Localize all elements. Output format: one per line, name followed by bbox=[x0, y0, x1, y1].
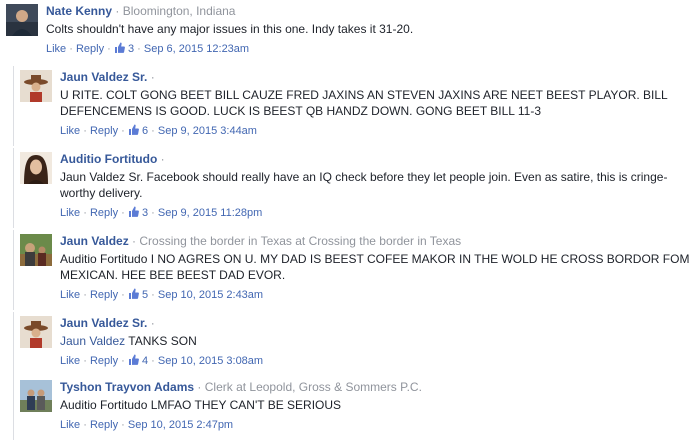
separator-dot: · bbox=[83, 355, 87, 367]
comment-text: Jaun Valdez Sr. Facebook should really h… bbox=[60, 170, 668, 200]
like-count[interactable]: 3 bbox=[128, 43, 134, 55]
avatar[interactable] bbox=[20, 380, 52, 412]
comment-actions: Like · Reply · 3 · Sep 9, 2015 11:28pm bbox=[60, 206, 696, 220]
separator-dot: · bbox=[107, 43, 111, 55]
reply-comment: Jaun Valdez · Crossing the border in Tex… bbox=[13, 230, 696, 310]
author-meta[interactable]: Crossing the border in Texas at Crossing… bbox=[139, 234, 461, 248]
comment-timestamp[interactable]: Sep 6, 2015 12:23am bbox=[144, 43, 249, 55]
comment-body: Auditio Fortitudo · Jaun Valdez Sr. Face… bbox=[60, 152, 696, 220]
like-link[interactable]: Like bbox=[60, 419, 80, 431]
comment-text: Auditio Fortitudo I NO AGRES ON U. MY DA… bbox=[60, 252, 690, 282]
thumbs-up-icon[interactable] bbox=[128, 206, 139, 217]
comment-body: Nate Kenny · Bloomington, Indiana Colts … bbox=[46, 4, 696, 56]
comment-text: Colts shouldn't have any major issues in… bbox=[46, 22, 414, 36]
separator-dot: · bbox=[121, 207, 125, 219]
comment-text: U RITE. COLT GONG BEET BILL CAUZE FRED J… bbox=[60, 88, 668, 118]
separator-dot: · bbox=[151, 125, 155, 137]
reply-link[interactable]: Reply bbox=[90, 289, 118, 301]
author-meta[interactable]: Bloomington, Indiana bbox=[123, 4, 236, 18]
comment-timestamp[interactable]: Sep 9, 2015 11:28pm bbox=[158, 207, 262, 219]
separator-dot: · bbox=[151, 289, 155, 301]
reply-link[interactable]: Reply bbox=[90, 207, 118, 219]
comment-actions: Like · Reply · Sep 10, 2015 2:47pm bbox=[60, 418, 696, 432]
comment-body: Jaun Valdez · Crossing the border in Tex… bbox=[60, 234, 696, 302]
like-link[interactable]: Like bbox=[60, 289, 80, 301]
thumbs-up-icon[interactable] bbox=[128, 354, 139, 365]
author-name[interactable]: Nate Kenny bbox=[46, 4, 112, 18]
separator-dot: · bbox=[121, 125, 125, 137]
like-link[interactable]: Like bbox=[60, 207, 80, 219]
avatar[interactable] bbox=[20, 316, 52, 348]
reply-link[interactable]: Reply bbox=[90, 125, 118, 137]
separator-dot: · bbox=[83, 289, 87, 301]
comment-text: Jaun Valdez TANKS SON bbox=[60, 334, 197, 348]
like-link[interactable]: Like bbox=[46, 43, 66, 55]
thumbs-up-icon[interactable] bbox=[128, 124, 139, 135]
separator-dot: · bbox=[121, 355, 125, 367]
reply-link[interactable]: Reply bbox=[76, 43, 104, 55]
comment-actions: Like · Reply · 3 · Sep 6, 2015 12:23am bbox=[46, 42, 696, 56]
reply-comment: Auditio Fortitudo · Jaun Valdez Sr. Face… bbox=[13, 148, 696, 228]
separator-dot: · bbox=[197, 380, 202, 394]
comment-actions: Like · Reply · 4 · Sep 10, 2015 3:08am bbox=[60, 354, 696, 368]
comment-timestamp[interactable]: Sep 9, 2015 3:44am bbox=[158, 125, 257, 137]
comment-timestamp[interactable]: Sep 10, 2015 2:47pm bbox=[128, 419, 233, 431]
separator-dot: · bbox=[83, 419, 87, 431]
avatar[interactable] bbox=[20, 70, 52, 102]
like-count[interactable]: 5 bbox=[142, 289, 148, 301]
comment-actions: Like · Reply · 6 · Sep 9, 2015 3:44am bbox=[60, 124, 696, 138]
separator-dot: · bbox=[132, 234, 137, 248]
thumbs-up-icon[interactable] bbox=[114, 42, 125, 53]
avatar[interactable] bbox=[20, 234, 52, 266]
author-name[interactable]: Jaun Valdez Sr. bbox=[60, 70, 147, 84]
reply-link[interactable]: Reply bbox=[90, 355, 118, 367]
like-count[interactable]: 4 bbox=[142, 355, 148, 367]
separator-dot: · bbox=[115, 4, 120, 18]
reply-comment: Jaun Valdez Sr. · Jaun Valdez TANKS SON … bbox=[13, 312, 696, 376]
mention-link[interactable]: Jaun Valdez bbox=[60, 334, 125, 348]
thumbs-up-icon[interactable] bbox=[128, 288, 139, 299]
like-count[interactable]: 3 bbox=[142, 207, 148, 219]
separator-dot: · bbox=[151, 355, 155, 367]
like-count[interactable]: 6 bbox=[142, 125, 148, 137]
comment-actions: Like · Reply · 5 · Sep 10, 2015 2:43am bbox=[60, 288, 696, 302]
avatar[interactable] bbox=[20, 152, 52, 184]
author-name[interactable]: Auditio Fortitudo bbox=[60, 152, 157, 166]
comment-text: Auditio Fortitudo LMFAO THEY CAN'T BE SE… bbox=[60, 398, 342, 412]
comment-body: Jaun Valdez Sr. · Jaun Valdez TANKS SON … bbox=[60, 316, 696, 368]
reply-link[interactable]: Reply bbox=[90, 419, 118, 431]
separator-dot: · bbox=[83, 125, 87, 137]
comment-body: Jaun Valdez Sr. · U RITE. COLT GONG BEET… bbox=[60, 70, 696, 138]
author-name[interactable]: Jaun Valdez Sr. bbox=[60, 316, 147, 330]
reply-comment: Jaun Valdez Sr. · U RITE. COLT GONG BEET… bbox=[13, 66, 696, 146]
separator-dot: · bbox=[121, 289, 125, 301]
separator-dot: · bbox=[121, 419, 125, 431]
separator-dot: · bbox=[137, 43, 141, 55]
separator-dot: · bbox=[151, 207, 155, 219]
author-meta[interactable]: Clerk at Leopold, Gross & Sommers P.C. bbox=[205, 380, 422, 394]
author-name[interactable]: Jaun Valdez bbox=[60, 234, 129, 248]
separator-dot: · bbox=[83, 207, 87, 219]
avatar[interactable] bbox=[6, 4, 38, 36]
separator-dot: · bbox=[69, 43, 73, 55]
comment-body: Tyshon Trayvon Adams · Clerk at Leopold,… bbox=[60, 380, 696, 432]
separator-dot: · bbox=[150, 70, 155, 84]
reply-comment: Tyshon Trayvon Adams · Clerk at Leopold,… bbox=[13, 376, 696, 440]
comment-timestamp[interactable]: Sep 10, 2015 3:08am bbox=[158, 355, 263, 367]
like-link[interactable]: Like bbox=[60, 355, 80, 367]
separator-dot: · bbox=[150, 316, 155, 330]
separator-dot: · bbox=[160, 152, 165, 166]
comment: Nate Kenny · Bloomington, Indiana Colts … bbox=[6, 4, 696, 60]
author-name[interactable]: Tyshon Trayvon Adams bbox=[60, 380, 194, 394]
comment-timestamp[interactable]: Sep 10, 2015 2:43am bbox=[158, 289, 263, 301]
like-link[interactable]: Like bbox=[60, 125, 80, 137]
